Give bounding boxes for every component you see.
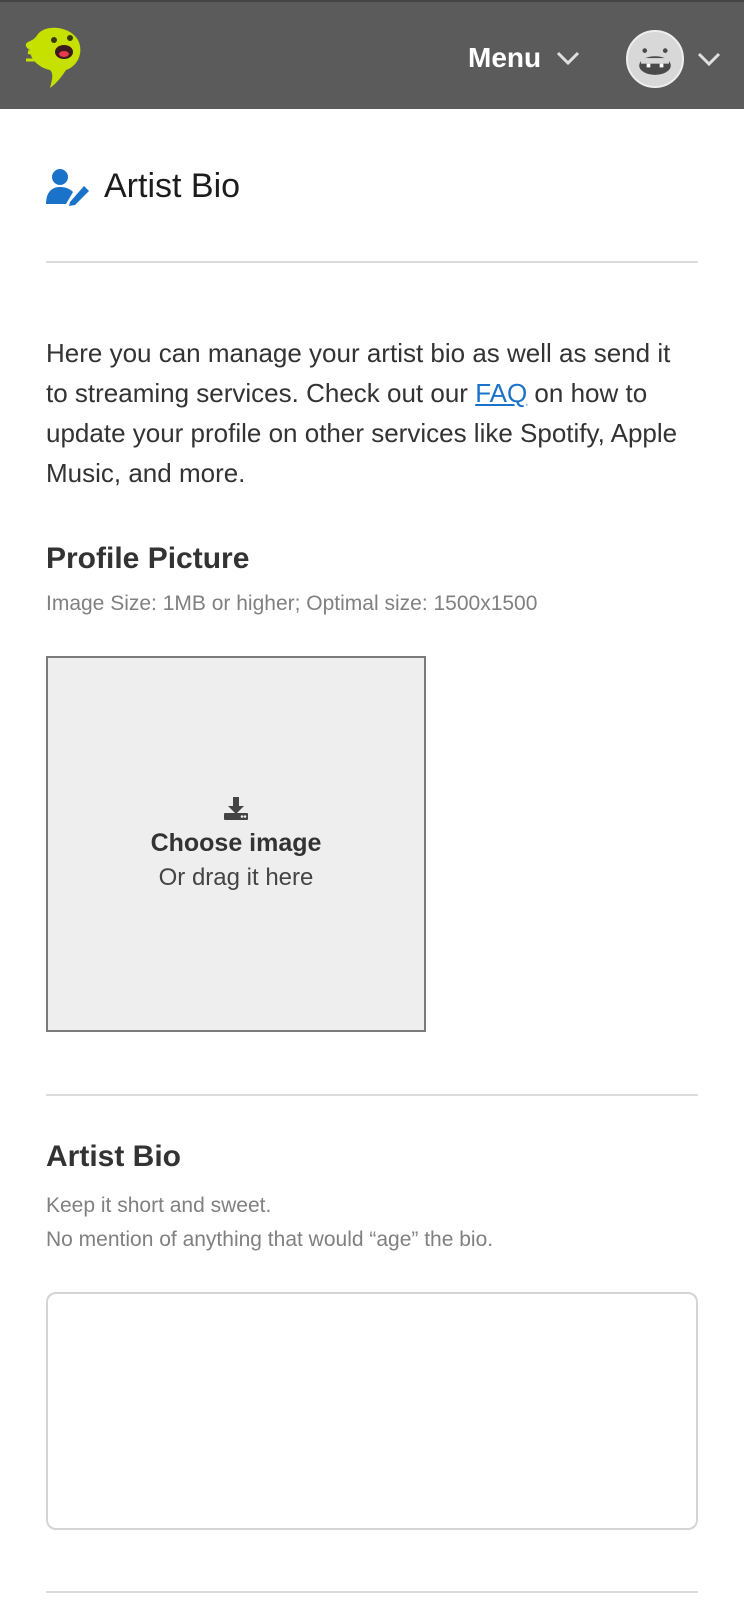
chevron-down-icon	[697, 52, 721, 67]
user-edit-icon	[46, 168, 89, 206]
top-navigation-bar: Menu	[0, 0, 744, 109]
artist-bio-textarea[interactable]	[46, 1292, 698, 1530]
chevron-down-icon	[557, 51, 580, 66]
divider	[46, 261, 698, 263]
menu-button[interactable]: Menu	[468, 38, 581, 78]
monster-logo-icon[interactable]	[24, 26, 86, 92]
avatar	[626, 30, 684, 88]
drag-hint: Or drag it here	[158, 863, 314, 891]
image-dropzone[interactable]: Choose image Or drag it here	[46, 656, 426, 1032]
faq-link[interactable]: FAQ	[475, 378, 527, 408]
artist-bio-hint-1: Keep it short and sweet.	[46, 1194, 272, 1217]
download-icon	[224, 796, 248, 820]
profile-picture-hint: Image Size: 1MB or higher; Optimal size:…	[46, 592, 538, 615]
page-header: Artist Bio	[46, 167, 240, 206]
avatar-icon	[629, 33, 681, 85]
divider	[46, 1094, 698, 1096]
account-menu-button[interactable]	[626, 30, 722, 88]
artist-bio-heading: Artist Bio	[46, 1140, 181, 1173]
menu-label: Menu	[468, 42, 542, 73]
profile-picture-heading: Profile Picture	[46, 542, 250, 575]
artist-bio-hint-2: No mention of anything that would “age” …	[46, 1228, 494, 1251]
page-title: Artist Bio	[104, 167, 241, 205]
choose-image-label: Choose image	[150, 828, 322, 857]
intro-text: Here you can manage your artist bio as w…	[46, 333, 686, 493]
divider	[46, 1591, 698, 1593]
